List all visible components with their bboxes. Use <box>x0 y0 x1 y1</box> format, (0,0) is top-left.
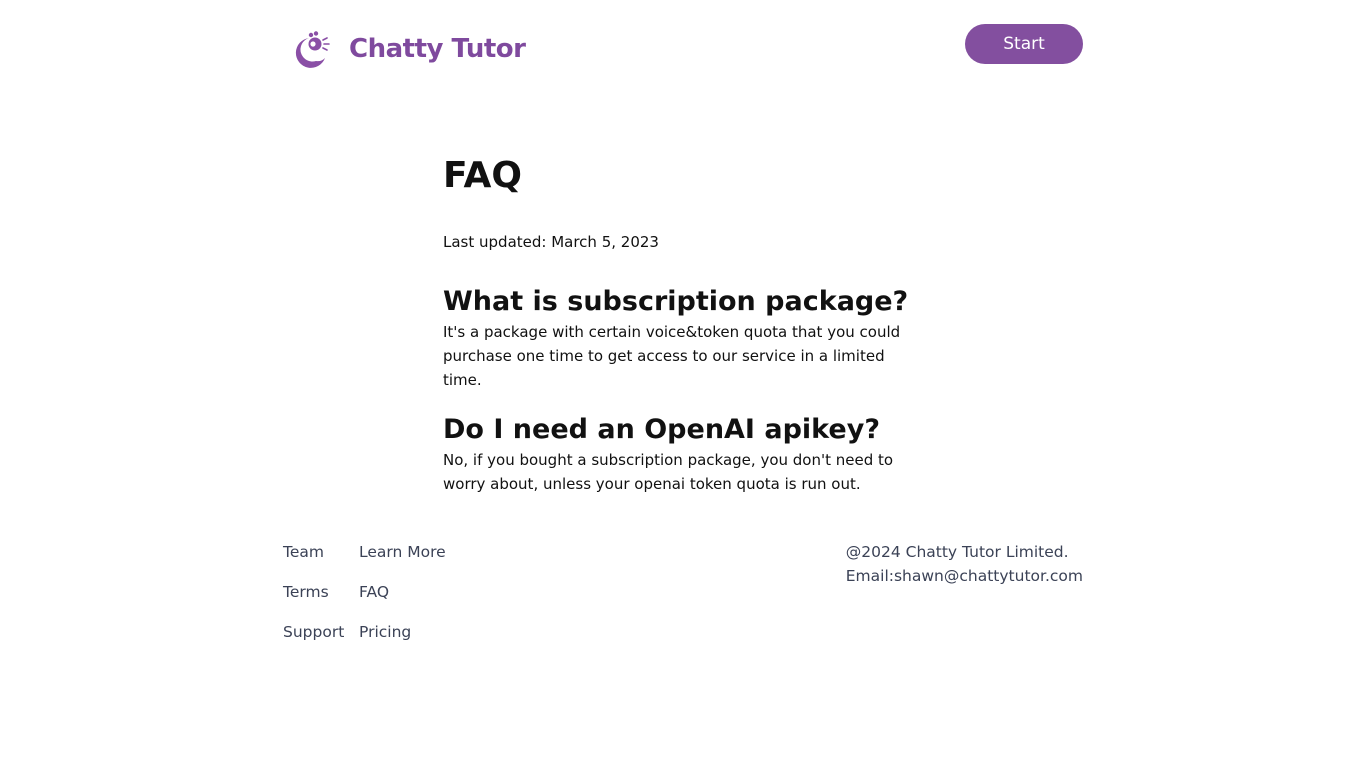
footer-link-faq[interactable]: FAQ <box>359 580 446 604</box>
copyright-text: @2024 Chatty Tutor Limited. <box>845 543 1069 561</box>
footer-links-column-1: Team Terms Support <box>283 540 344 660</box>
footer-link-team[interactable]: Team <box>283 540 344 564</box>
faq-answer: It's a package with certain voice&token … <box>443 323 901 389</box>
footer-link-support[interactable]: Support <box>283 620 344 644</box>
footer-link-pricing[interactable]: Pricing <box>359 620 446 644</box>
start-button[interactable]: Start <box>965 24 1083 64</box>
footer-link-terms[interactable]: Terms <box>283 580 344 604</box>
brand-name: Chatty Tutor <box>349 34 526 64</box>
contact-email[interactable]: Email:shawn@chattytutor.com <box>846 564 1083 588</box>
footer-company-info: @2024 Chatty Tutor Limited. Email:shawn@… <box>846 540 1083 588</box>
footer-links-column-2: Learn More FAQ Pricing <box>359 540 446 660</box>
faq-content: FAQ Last updated: March 5, 2023 What is … <box>443 150 943 496</box>
footer-link-learn-more[interactable]: Learn More <box>359 540 446 564</box>
faq-answer: No, if you bought a subscription package… <box>443 451 894 493</box>
page: Chatty Tutor Start FAQ Last updated: Mar… <box>0 0 1366 768</box>
last-updated-text: Last updated: March 5, 2023 <box>443 233 659 251</box>
chatty-tutor-logo-icon <box>295 31 330 68</box>
page-title: FAQ <box>443 155 522 196</box>
faq-question: Do I need an OpenAI apikey? <box>443 414 880 445</box>
brand-logo-link[interactable]: Chatty Tutor <box>289 28 526 70</box>
faq-question: What is subscription package? <box>443 286 909 317</box>
site-header: Chatty Tutor Start <box>283 24 1083 68</box>
